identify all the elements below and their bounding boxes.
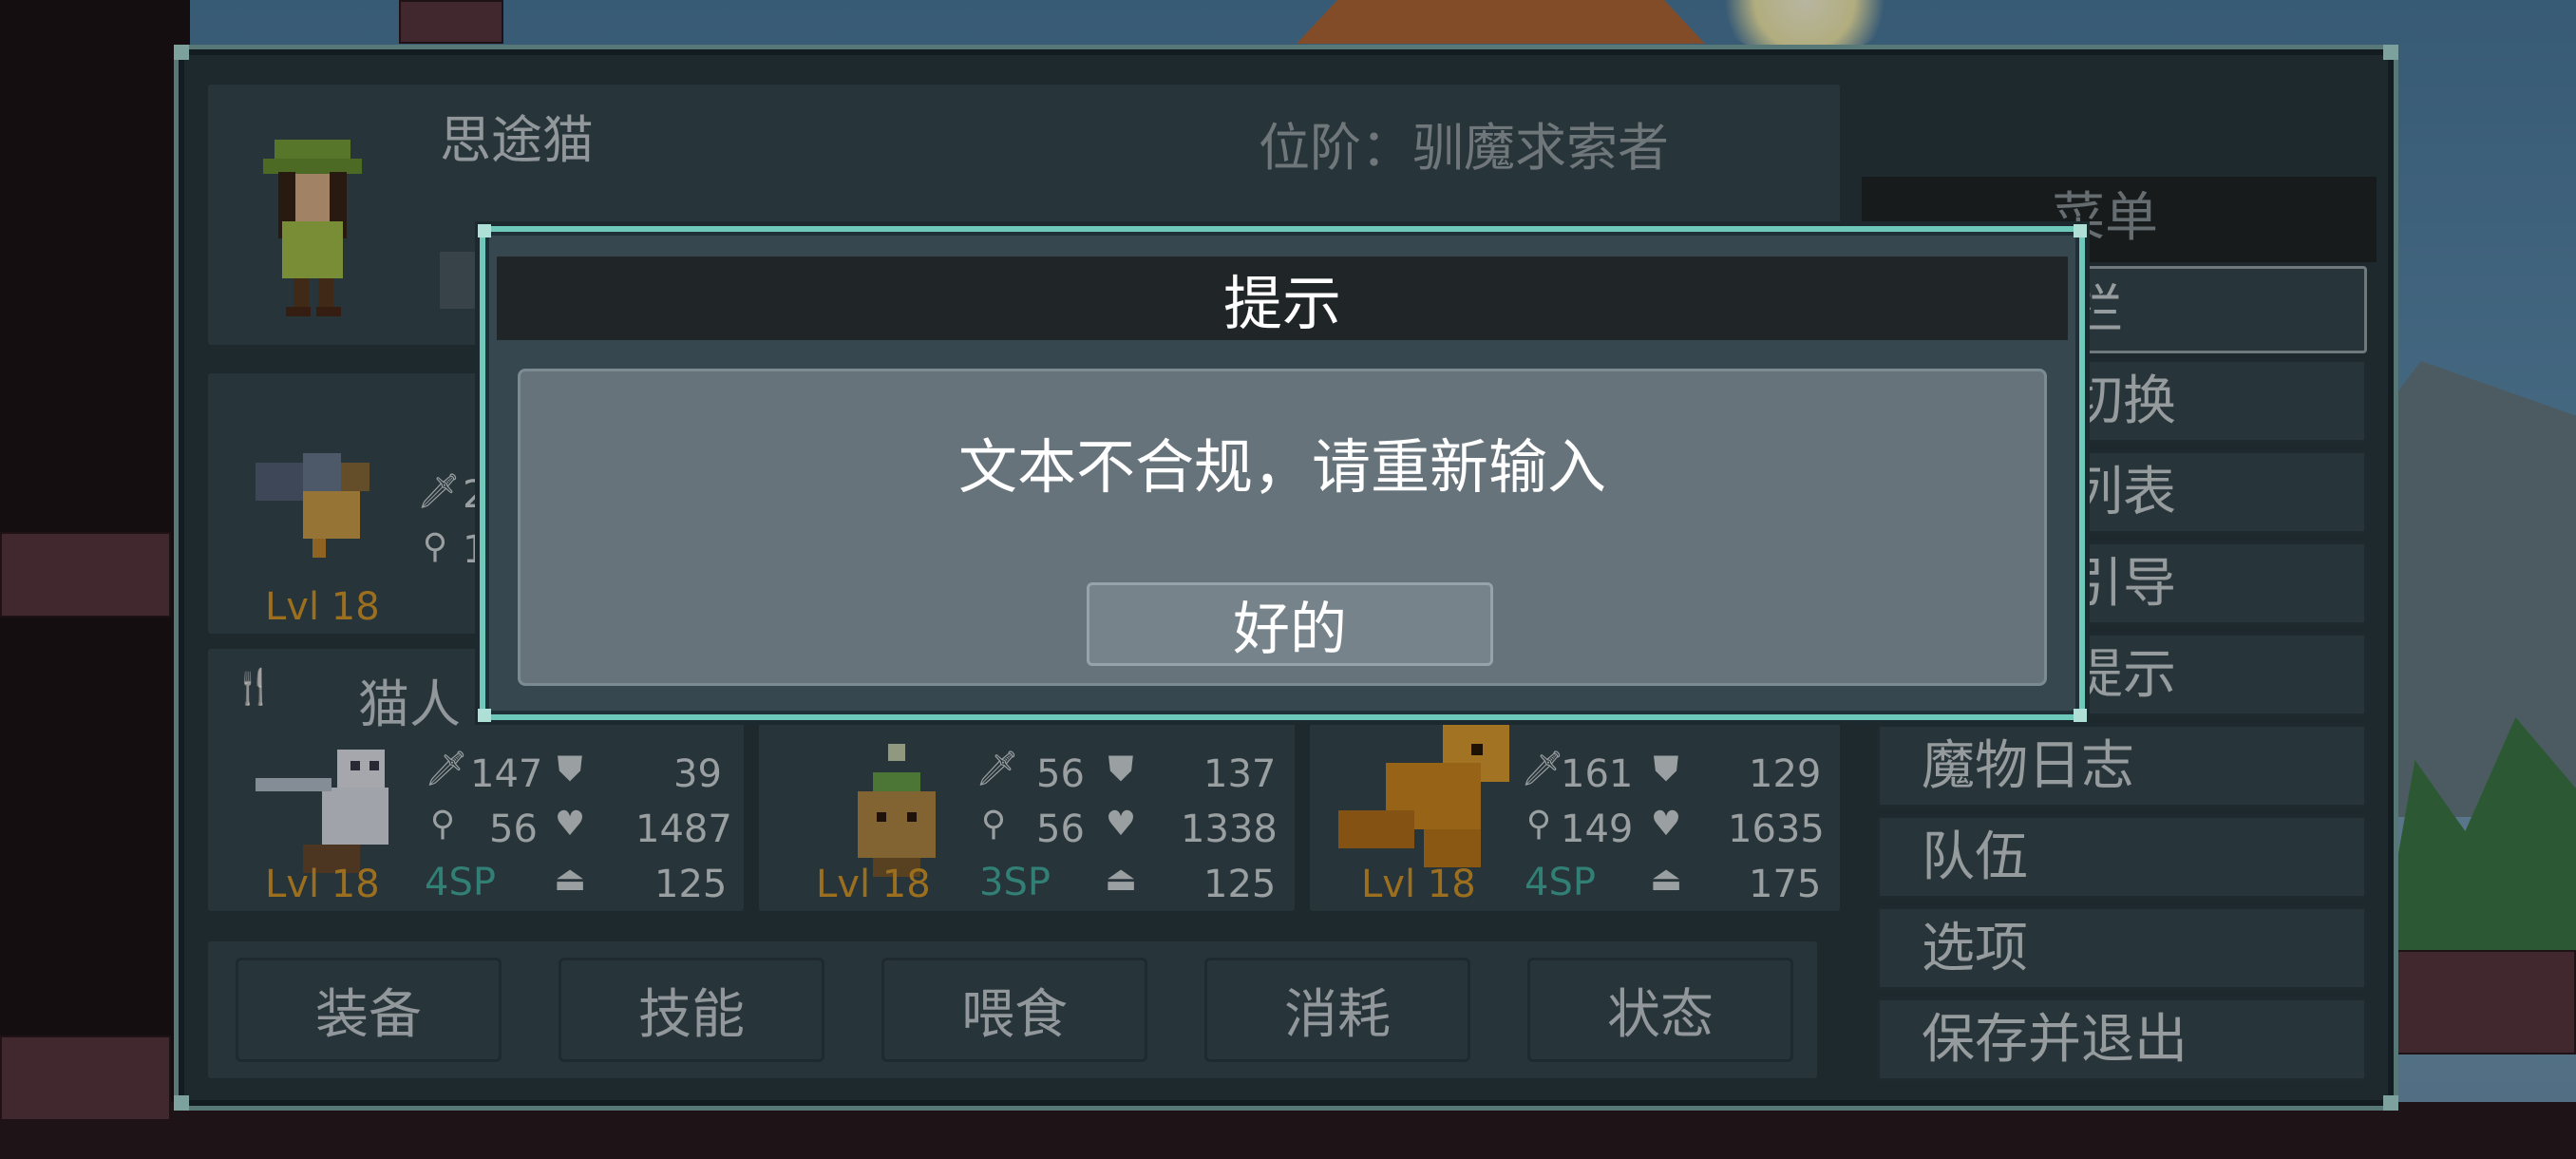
dialog-title-bar: 提示 bbox=[497, 256, 2068, 340]
dialog-corner bbox=[2074, 224, 2087, 238]
ok-button[interactable]: 好的 bbox=[1087, 582, 1493, 666]
dialog-title: 提示 bbox=[1222, 269, 1341, 338]
dialog-message: 文本不合规，请重新输入 bbox=[957, 432, 1606, 502]
dialog-corner bbox=[478, 224, 491, 238]
dialog-corner bbox=[2074, 709, 2087, 722]
dialog-body: 文本不合规，请重新输入 好的 bbox=[518, 369, 2047, 686]
dialog-corner bbox=[478, 709, 491, 722]
alert-dialog: 提示 文本不合规，请重新输入 好的 bbox=[478, 224, 2087, 722]
